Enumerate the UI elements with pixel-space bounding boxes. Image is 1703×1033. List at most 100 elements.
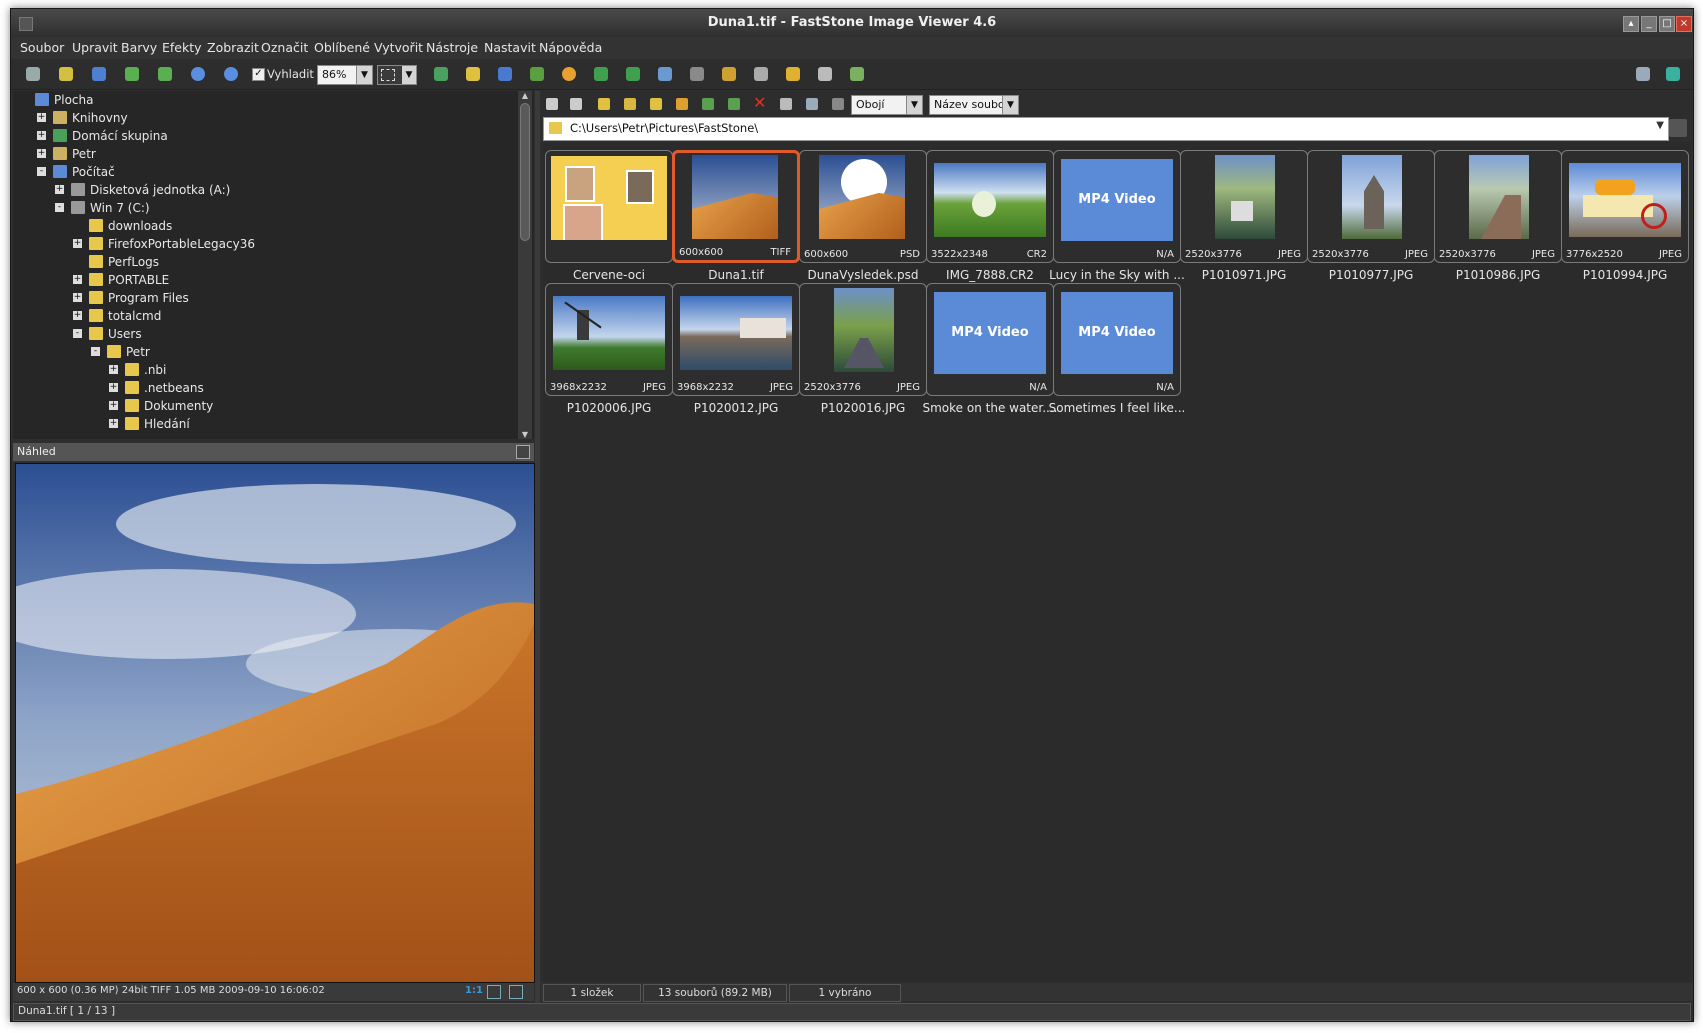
scanner-icon[interactable] (751, 64, 771, 84)
thumbnail-item[interactable]: 600x600 TIFF (672, 150, 800, 263)
expand-icon[interactable]: + (73, 275, 82, 284)
contact-sheet-icon[interactable] (719, 64, 739, 84)
previous-icon[interactable] (122, 64, 142, 84)
compare-icon[interactable] (655, 64, 675, 84)
delete-icon[interactable]: ✕ (751, 93, 769, 113)
tree-item[interactable]: PerfLogs (13, 253, 513, 271)
crop-icon[interactable] (463, 64, 483, 84)
browse-icon[interactable] (23, 64, 43, 84)
fit-icon[interactable] (487, 985, 501, 999)
rotate-fit-icon[interactable] (431, 64, 451, 84)
batch-icon[interactable] (847, 64, 867, 84)
save-icon[interactable] (89, 64, 109, 84)
forward-icon[interactable] (567, 95, 585, 113)
menu-upravit[interactable]: Upravit (72, 40, 118, 55)
expand-icon[interactable]: + (37, 113, 46, 122)
thumbnail-item[interactable]: 2520x3776 JPEG (1307, 150, 1435, 263)
menu-napoveda[interactable]: Nápověda (539, 40, 602, 55)
favorites-folder-icon[interactable] (673, 95, 691, 113)
preview-close-icon[interactable] (516, 445, 530, 459)
wallpaper-icon[interactable] (783, 64, 803, 84)
expand-icon[interactable]: + (109, 383, 118, 392)
tree-item[interactable]: + FirefoxPortableLegacy36 (13, 235, 513, 253)
thumbnail-caption[interactable]: P1010994.JPG (1550, 268, 1693, 282)
new-folder-icon[interactable] (647, 95, 665, 113)
collapse-icon[interactable]: - (91, 347, 100, 356)
print-icon[interactable] (815, 64, 835, 84)
email-icon[interactable] (527, 64, 547, 84)
tree-item[interactable]: + totalcmd (13, 307, 513, 325)
expand-icon[interactable]: + (55, 185, 64, 194)
expand-icon[interactable]: + (109, 401, 118, 410)
thumbnail-item[interactable]: MP4 Video N/A (1053, 283, 1181, 396)
slideshow-icon[interactable] (495, 64, 515, 84)
tree-item[interactable]: Plocha (13, 91, 513, 109)
zoom-select[interactable]: 86% ▼ (317, 65, 373, 85)
refresh-folder-icon[interactable] (621, 95, 639, 113)
expand-icon[interactable]: + (73, 293, 82, 302)
folder-up-icon[interactable] (595, 95, 613, 113)
list-view-icon[interactable] (803, 95, 821, 113)
tree-item[interactable]: + Disketová jednotka (A:) (13, 181, 513, 199)
selection-mode-button[interactable]: ▼ (377, 65, 417, 85)
tree-item[interactable]: - Users (13, 325, 513, 343)
thumbnail-item[interactable]: MP4 Video N/A (926, 283, 1054, 396)
menu-vytvorit[interactable]: Vytvořit (374, 40, 423, 55)
tree-item[interactable]: + Petr (13, 145, 513, 163)
collapse-icon[interactable]: - (73, 329, 82, 338)
back-icon[interactable] (543, 95, 561, 113)
menu-soubor[interactable]: Soubor (20, 40, 64, 55)
restore-up-icon[interactable]: ▴ (1623, 16, 1639, 32)
thumbnail-item[interactable]: 3968x2232 JPEG (545, 283, 673, 396)
menu-nastavit[interactable]: Nastavit (484, 40, 536, 55)
filter-select[interactable]: Obojí ▼ (851, 95, 923, 115)
effects-icon[interactable] (559, 64, 579, 84)
expand-icon[interactable]: + (109, 419, 118, 428)
thumbnail-item[interactable]: 600x600 PSD (799, 150, 927, 263)
tree-item[interactable]: + Knihovny (13, 109, 513, 127)
next-icon[interactable] (155, 64, 175, 84)
tree-item[interactable]: - Počítač (13, 163, 513, 181)
thumbnail-item[interactable]: 3776x2520 JPEG (1561, 150, 1689, 263)
collapse-icon[interactable]: - (37, 167, 46, 176)
path-history-icon[interactable] (1669, 119, 1687, 137)
menu-oblibene[interactable]: Oblíbené (314, 40, 370, 55)
path-field[interactable]: C:\Users\Petr\Pictures\FastStone\ ▼ (543, 117, 1669, 141)
menu-efekty[interactable]: Efekty (162, 40, 202, 55)
filmstrip-icon[interactable] (687, 64, 707, 84)
tree-item[interactable]: + Domácí skupina (13, 127, 513, 145)
expand-icon[interactable]: + (73, 239, 82, 248)
thumbnail-item[interactable]: 2520x3776 JPEG (799, 283, 927, 396)
tree-item[interactable]: - Win 7 (C:) (13, 199, 513, 217)
thumbnail-item[interactable]: 3968x2232 JPEG (672, 283, 800, 396)
menu-zobrazit[interactable]: Zobrazit (207, 40, 259, 55)
thumbnail-item[interactable] (545, 150, 673, 263)
tree-item[interactable]: + PORTABLE (13, 271, 513, 289)
expand-icon[interactable]: + (37, 131, 46, 140)
thumbnail-item[interactable]: MP4 Video N/A (1053, 150, 1181, 263)
smooth-checkbox[interactable]: ✓ (252, 68, 265, 81)
fullscreen-preview-icon[interactable] (509, 985, 523, 999)
copy-to-icon[interactable] (699, 95, 717, 113)
tree-item[interactable]: downloads (13, 217, 513, 235)
minimize-button[interactable]: _ (1641, 16, 1657, 32)
chevron-down-icon[interactable]: ▼ (1656, 120, 1664, 131)
scroll-up-icon[interactable]: ▲ (518, 91, 532, 100)
details-view-icon[interactable] (829, 95, 847, 113)
menu-barvy[interactable]: Barvy (121, 40, 157, 55)
scroll-down-icon[interactable]: ▼ (518, 430, 532, 439)
thumbnail-item[interactable]: 2520x3776 JPEG (1180, 150, 1308, 263)
zoom-in-icon[interactable] (188, 64, 208, 84)
thumbnail-item[interactable]: 2520x3776 JPEG (1434, 150, 1562, 263)
rotate-right-icon[interactable] (623, 64, 643, 84)
zoom-out-icon[interactable] (221, 64, 241, 84)
expand-icon[interactable]: + (37, 149, 46, 158)
tree-item[interactable]: + Dokumenty (13, 397, 513, 415)
expand-icon[interactable]: + (73, 311, 82, 320)
tree-item[interactable]: + Hledání (13, 415, 513, 433)
layout-icon[interactable] (1633, 64, 1653, 84)
tree-item[interactable]: + .netbeans (13, 379, 513, 397)
thumbnail-caption[interactable]: Sometimes I feel like... (1042, 401, 1192, 415)
fullscreen-icon[interactable] (1663, 64, 1683, 84)
tree-item[interactable]: + .nbi (13, 361, 513, 379)
